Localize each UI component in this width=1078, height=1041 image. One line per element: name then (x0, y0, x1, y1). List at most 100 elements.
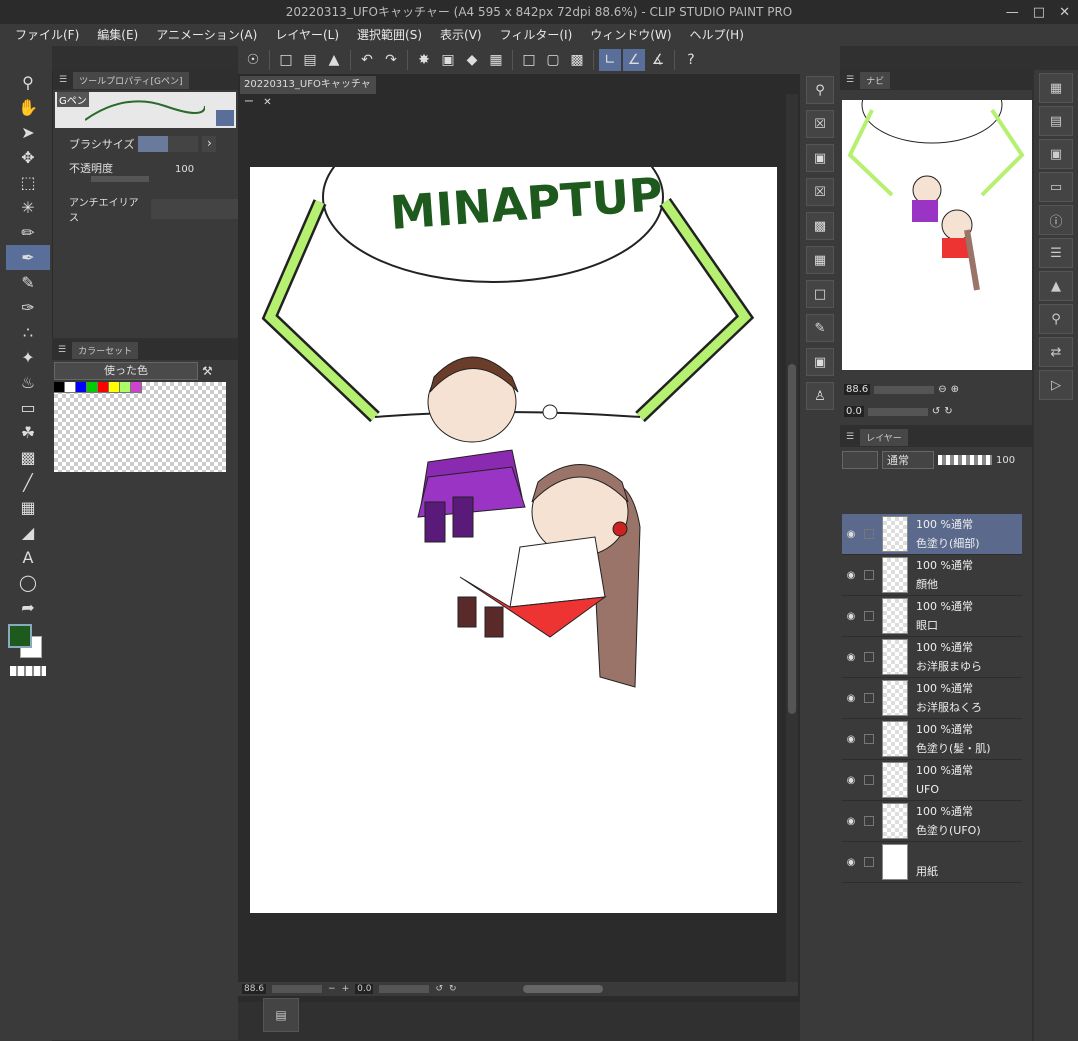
lock-icon[interactable] (216, 110, 234, 126)
figure-icon[interactable]: ╱ (6, 470, 50, 495)
brush-size-slider[interactable] (138, 136, 199, 152)
menu-animation[interactable]: アニメーション(A) (147, 24, 266, 46)
lock-toggle[interactable] (860, 816, 878, 826)
frame-icon[interactable]: ▦ (6, 495, 50, 520)
zoom-out-icon[interactable]: ⊖ (938, 384, 946, 395)
lock-toggle[interactable] (860, 570, 878, 580)
zoom-in-icon[interactable]: ⊕ (951, 384, 959, 395)
blend-mode-dropdown[interactable]: 通常 (882, 451, 934, 469)
chevron-right-icon[interactable]: › (202, 136, 217, 152)
show-selection-icon[interactable]: ▩ (566, 49, 588, 71)
eye-icon[interactable]: ◉ (842, 652, 860, 663)
ruler-icon[interactable]: ◢ (6, 520, 50, 545)
info-icon[interactable]: ⓘ (1039, 205, 1073, 235)
color-swatch-grid[interactable] (54, 382, 226, 472)
menu-icon[interactable]: ☰ (58, 345, 66, 355)
zoom-value[interactable]: 88.6 (242, 984, 267, 994)
eye-icon[interactable]: ◉ (842, 529, 860, 540)
menu-icon[interactable]: ☰ (846, 432, 854, 442)
swatch[interactable] (87, 382, 98, 393)
maximize-icon[interactable]: □ (1033, 5, 1045, 20)
eraser-icon[interactable]: ▭ (6, 395, 50, 420)
navigator-zoom-value[interactable]: 88.6 (844, 384, 871, 395)
layer-row[interactable]: ◉ 100 %通常 眼口 (842, 596, 1022, 637)
fill-bucket-icon[interactable]: ☘ (6, 420, 50, 445)
open-folder-icon[interactable]: ▤ (299, 49, 321, 71)
hand-icon[interactable]: ✋ (6, 95, 50, 120)
layer-row[interactable]: ◉ 100 %通常 UFO (842, 760, 1022, 801)
layer-row[interactable]: ◉ 100 %通常 顔他 (842, 555, 1022, 596)
swatch[interactable] (76, 382, 87, 393)
fill-icon[interactable]: ◆ (461, 49, 483, 71)
clear-icon[interactable]: ▣ (437, 49, 459, 71)
eye-icon[interactable]: ◉ (842, 611, 860, 622)
angle-slider[interactable] (379, 985, 430, 993)
window-icon[interactable]: □ (806, 280, 834, 308)
layer-opacity-value[interactable]: 100 (996, 455, 1015, 466)
menu-view[interactable]: 表示(V) (431, 24, 491, 46)
menu-file[interactable]: ファイル(F) (6, 24, 88, 46)
layer-opacity-slider[interactable] (938, 455, 992, 465)
rotate-left-icon[interactable]: ↺ (932, 406, 940, 417)
swatch[interactable] (65, 382, 76, 393)
material-icon[interactable]: ▦ (1039, 73, 1073, 103)
eyedropper-icon[interactable]: ✏ (6, 220, 50, 245)
layer-name[interactable]: 色塗り(UFO) (916, 824, 981, 837)
layer-row[interactable]: ◉ 用紙 (842, 842, 1022, 883)
navigator-zoom-slider[interactable] (874, 385, 935, 394)
clip-studio-icon[interactable]: ☉ (242, 49, 264, 71)
swatch[interactable] (54, 382, 65, 393)
move-layer-icon[interactable]: ✥ (6, 145, 50, 170)
blend-icon[interactable]: ♨ (6, 370, 50, 395)
sub-tool-icon[interactable]: ▲ (1039, 271, 1073, 301)
swatch[interactable] (98, 382, 109, 393)
menu-help[interactable]: ヘルプ(H) (681, 24, 753, 46)
eye-icon[interactable]: ◉ (842, 857, 860, 868)
pen-lock-icon[interactable] (860, 529, 878, 539)
search-icon[interactable]: ⚲ (1039, 304, 1073, 334)
tool-property-tab[interactable]: ツールプロパティ[Gペン] (73, 71, 189, 89)
navigator-tab[interactable]: ナビ (860, 71, 891, 89)
eye-icon[interactable]: ◉ (842, 693, 860, 704)
wrench-icon[interactable]: ⚒ (202, 364, 213, 378)
close-icon[interactable]: ✕ (1059, 5, 1070, 20)
transform-icon[interactable]: ▦ (485, 49, 507, 71)
correct-line-icon[interactable]: ➦ (6, 595, 50, 620)
ruler-snap-icon[interactable]: ∟ (599, 49, 621, 71)
layer-name[interactable]: 顔他 (916, 578, 938, 591)
cross-box-icon[interactable]: ☒ (806, 110, 834, 138)
history-icon[interactable]: ⇄ (1039, 337, 1073, 367)
selection-icon[interactable]: ⬚ (6, 170, 50, 195)
layer-row[interactable]: ◉ 100 %通常 お洋服ねくろ (842, 678, 1022, 719)
document-tab[interactable]: 20220313_UFOキャッチャー ✕ (240, 76, 376, 108)
special-ruler-snap-icon[interactable]: ∠ (623, 49, 645, 71)
layer-name[interactable]: 色塗り(髪・肌) (916, 742, 991, 755)
layer-name[interactable]: 色塗り(細部) (916, 537, 980, 550)
invert-selection-icon[interactable]: ▢ (542, 49, 564, 71)
inbox-icon[interactable]: ▭ (1039, 172, 1073, 202)
lock-toggle[interactable] (860, 611, 878, 621)
color-set-selector[interactable]: 使った色 (54, 362, 198, 380)
figure-icon[interactable]: ♙ (806, 382, 834, 410)
pencil-icon[interactable]: ✎ (6, 270, 50, 295)
menu-layer[interactable]: レイヤー(L) (266, 24, 348, 46)
color-set-tab[interactable]: カラーセット (72, 341, 139, 359)
lock-toggle[interactable] (860, 693, 878, 703)
auto-action-icon[interactable]: ▷ (1039, 370, 1073, 400)
layers-icon[interactable]: ☰ (1039, 238, 1073, 268)
layout-icon[interactable]: ▦ (806, 246, 834, 274)
navigator-angle-value[interactable]: 0.0 (844, 406, 864, 417)
layer-name[interactable]: UFO (916, 783, 939, 796)
grid-snap-icon[interactable]: ∡ (647, 49, 669, 71)
lock-toggle[interactable] (860, 857, 878, 867)
rotate-right-icon[interactable]: ↻ (449, 984, 457, 994)
menu-icon[interactable]: ☰ (846, 75, 854, 85)
menu-edit[interactable]: 編集(E) (88, 24, 147, 46)
close-tab-icon[interactable]: ✕ (263, 97, 271, 108)
lock-toggle[interactable] (860, 734, 878, 744)
swatch[interactable] (131, 382, 142, 393)
scroll-thumb[interactable] (788, 364, 796, 714)
menu-filter[interactable]: フィルター(I) (491, 24, 582, 46)
menu-icon[interactable]: ☰ (59, 75, 67, 85)
layer-row[interactable]: ◉ 100 %通常 色塗り(髪・肌) (842, 719, 1022, 760)
